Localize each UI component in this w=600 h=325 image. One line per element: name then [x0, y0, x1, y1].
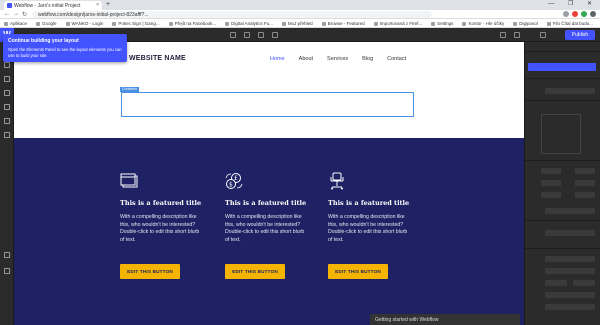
feature-description[interactable]: With a compelling description like this,…: [225, 214, 307, 245]
tooltip-body: Open the Elements Panel to see the layou…: [8, 47, 122, 58]
webflow-favicon-icon: [7, 3, 12, 8]
min-height-field[interactable]: [575, 180, 595, 186]
feature-button[interactable]: EDIT THIS BUTTON: [328, 264, 388, 279]
tooltip-title: Continue building your layout: [8, 38, 79, 44]
settings-icon[interactable]: [4, 132, 10, 138]
navigator-icon[interactable]: [4, 62, 10, 68]
display-field[interactable]: [545, 88, 595, 94]
browser-window-icon: [120, 173, 138, 188]
window-controls[interactable]: — ❐ ✕: [548, 0, 598, 7]
divider: [525, 100, 600, 101]
bookmark-item[interactable]: Settings: [431, 21, 453, 26]
feature-button[interactable]: EDIT THIS BUTTON: [120, 264, 180, 279]
bookmark-item[interactable]: Digital Analytics Fu...: [225, 21, 273, 26]
publish-button[interactable]: Publish: [565, 30, 595, 40]
extensions-area: [563, 11, 596, 17]
max-width-field[interactable]: [541, 192, 561, 198]
divider: [525, 51, 600, 52]
onboarding-tooltip[interactable]: Continue building your layout Open the E…: [3, 34, 127, 62]
bookmark-item[interactable]: Aplikace: [4, 21, 27, 26]
bookmark-item[interactable]: Digiposol: [513, 21, 538, 26]
style-panel: [524, 42, 600, 325]
divider: [525, 160, 600, 161]
font-field[interactable]: [545, 256, 595, 262]
bookmark-item[interactable]: Přejít na Facebook...: [169, 21, 217, 26]
size-field[interactable]: [545, 280, 567, 286]
video-tutorials-icon[interactable]: [4, 268, 10, 274]
profile-avatar[interactable]: [590, 11, 596, 17]
feature-title[interactable]: This is a featured title: [225, 199, 306, 207]
cms-icon[interactable]: [4, 90, 10, 96]
tablet-breakpoint-icon[interactable]: [244, 32, 250, 38]
class-selector[interactable]: [528, 63, 596, 71]
design-canvas[interactable]: WEBSITE NAME Home About Services Blog Co…: [14, 42, 524, 325]
max-height-field[interactable]: [575, 192, 595, 198]
feature-button[interactable]: EDIT THIS BUTTON: [225, 264, 285, 279]
divider: [525, 220, 600, 221]
selected-container[interactable]: [121, 92, 414, 117]
code-icon[interactable]: [514, 32, 520, 38]
nav-link-services[interactable]: Services: [327, 56, 348, 62]
height-field[interactable]: [575, 168, 595, 174]
url-field[interactable]: webflow.com/design/jaros-initial-project…: [32, 11, 432, 18]
feature-description[interactable]: With a compelling description like this,…: [120, 214, 202, 245]
getting-started-panel[interactable]: Getting started with Webflow: [370, 314, 520, 325]
back-icon[interactable]: ←: [4, 11, 10, 17]
tab-title: Webflow - Jaro's initial Project: [14, 3, 81, 9]
reload-icon[interactable]: ↻: [22, 11, 27, 18]
mobile-landscape-icon[interactable]: [258, 32, 264, 38]
help-icon[interactable]: [4, 252, 10, 258]
height-field-typography[interactable]: [573, 280, 595, 286]
nav-link-contact[interactable]: Contact: [387, 56, 406, 62]
forward-icon[interactable]: →: [13, 11, 19, 17]
bookmark-item[interactable]: MoJ přehled: [282, 21, 313, 26]
bookmark-item[interactable]: Importovaná z Firef...: [374, 21, 423, 26]
bookmark-item[interactable]: Google: [36, 21, 57, 26]
spacing-box[interactable]: [541, 114, 581, 154]
nav-link-about[interactable]: About: [299, 56, 313, 62]
extension-icon[interactable]: [563, 11, 569, 17]
office-chair-icon: [330, 172, 344, 190]
bookmark-item[interactable]: Browse - Featured: [322, 21, 365, 26]
nav-menu: Home About Services Blog Contact: [270, 56, 406, 62]
bookmark-item[interactable]: WANKO - Login: [66, 21, 104, 26]
feature-description[interactable]: With a compelling description like this,…: [328, 214, 410, 245]
preview-icon[interactable]: [500, 32, 506, 38]
divider: [525, 78, 600, 79]
export-icon[interactable]: [540, 32, 546, 38]
nav-link-home[interactable]: Home: [270, 56, 285, 62]
container-tag: Container: [120, 87, 140, 92]
brand-logo[interactable]: WEBSITE NAME: [129, 55, 186, 62]
mobile-portrait-icon[interactable]: [272, 32, 278, 38]
ecommerce-icon[interactable]: [4, 104, 10, 110]
feature-title[interactable]: This is a featured title: [328, 199, 409, 207]
bookmark-item[interactable]: Filo Čítal dat budo...: [547, 21, 593, 26]
bookmarks-bar: Aplikace Google WANKO - Login Pokec Sign | …: [0, 19, 600, 28]
assets-icon[interactable]: [4, 118, 10, 124]
bookmark-item[interactable]: Kontor - Hle účtky: [462, 21, 504, 26]
new-tab-button[interactable]: +: [106, 1, 110, 8]
divider: [525, 248, 600, 249]
tab-close-icon[interactable]: ×: [96, 2, 99, 8]
feature-title[interactable]: This is a featured title: [120, 199, 201, 207]
position-field[interactable]: [545, 230, 595, 236]
features-section: This is a featured title With a compelli…: [14, 138, 524, 325]
align-field[interactable]: [545, 304, 595, 310]
extension-icon[interactable]: [581, 11, 587, 17]
overflow-field[interactable]: [545, 208, 595, 214]
nav-link-blog[interactable]: Blog: [362, 56, 373, 62]
bookmark-item[interactable]: Pokec Sign | Gang...: [112, 21, 159, 26]
min-width-field[interactable]: [541, 180, 561, 186]
left-toolbar: [0, 42, 14, 325]
browser-tab[interactable]: Webflow - Jaro's initial Project ×: [4, 1, 102, 10]
color-field[interactable]: [545, 292, 595, 298]
currency-exchange-icon: £ $: [225, 173, 243, 189]
svg-text:$: $: [229, 182, 233, 189]
weight-field[interactable]: [545, 268, 595, 274]
pages-icon[interactable]: [4, 76, 10, 82]
width-field[interactable]: [541, 168, 561, 174]
desktop-breakpoint-icon[interactable]: [230, 32, 236, 38]
extension-icon[interactable]: [572, 11, 578, 17]
